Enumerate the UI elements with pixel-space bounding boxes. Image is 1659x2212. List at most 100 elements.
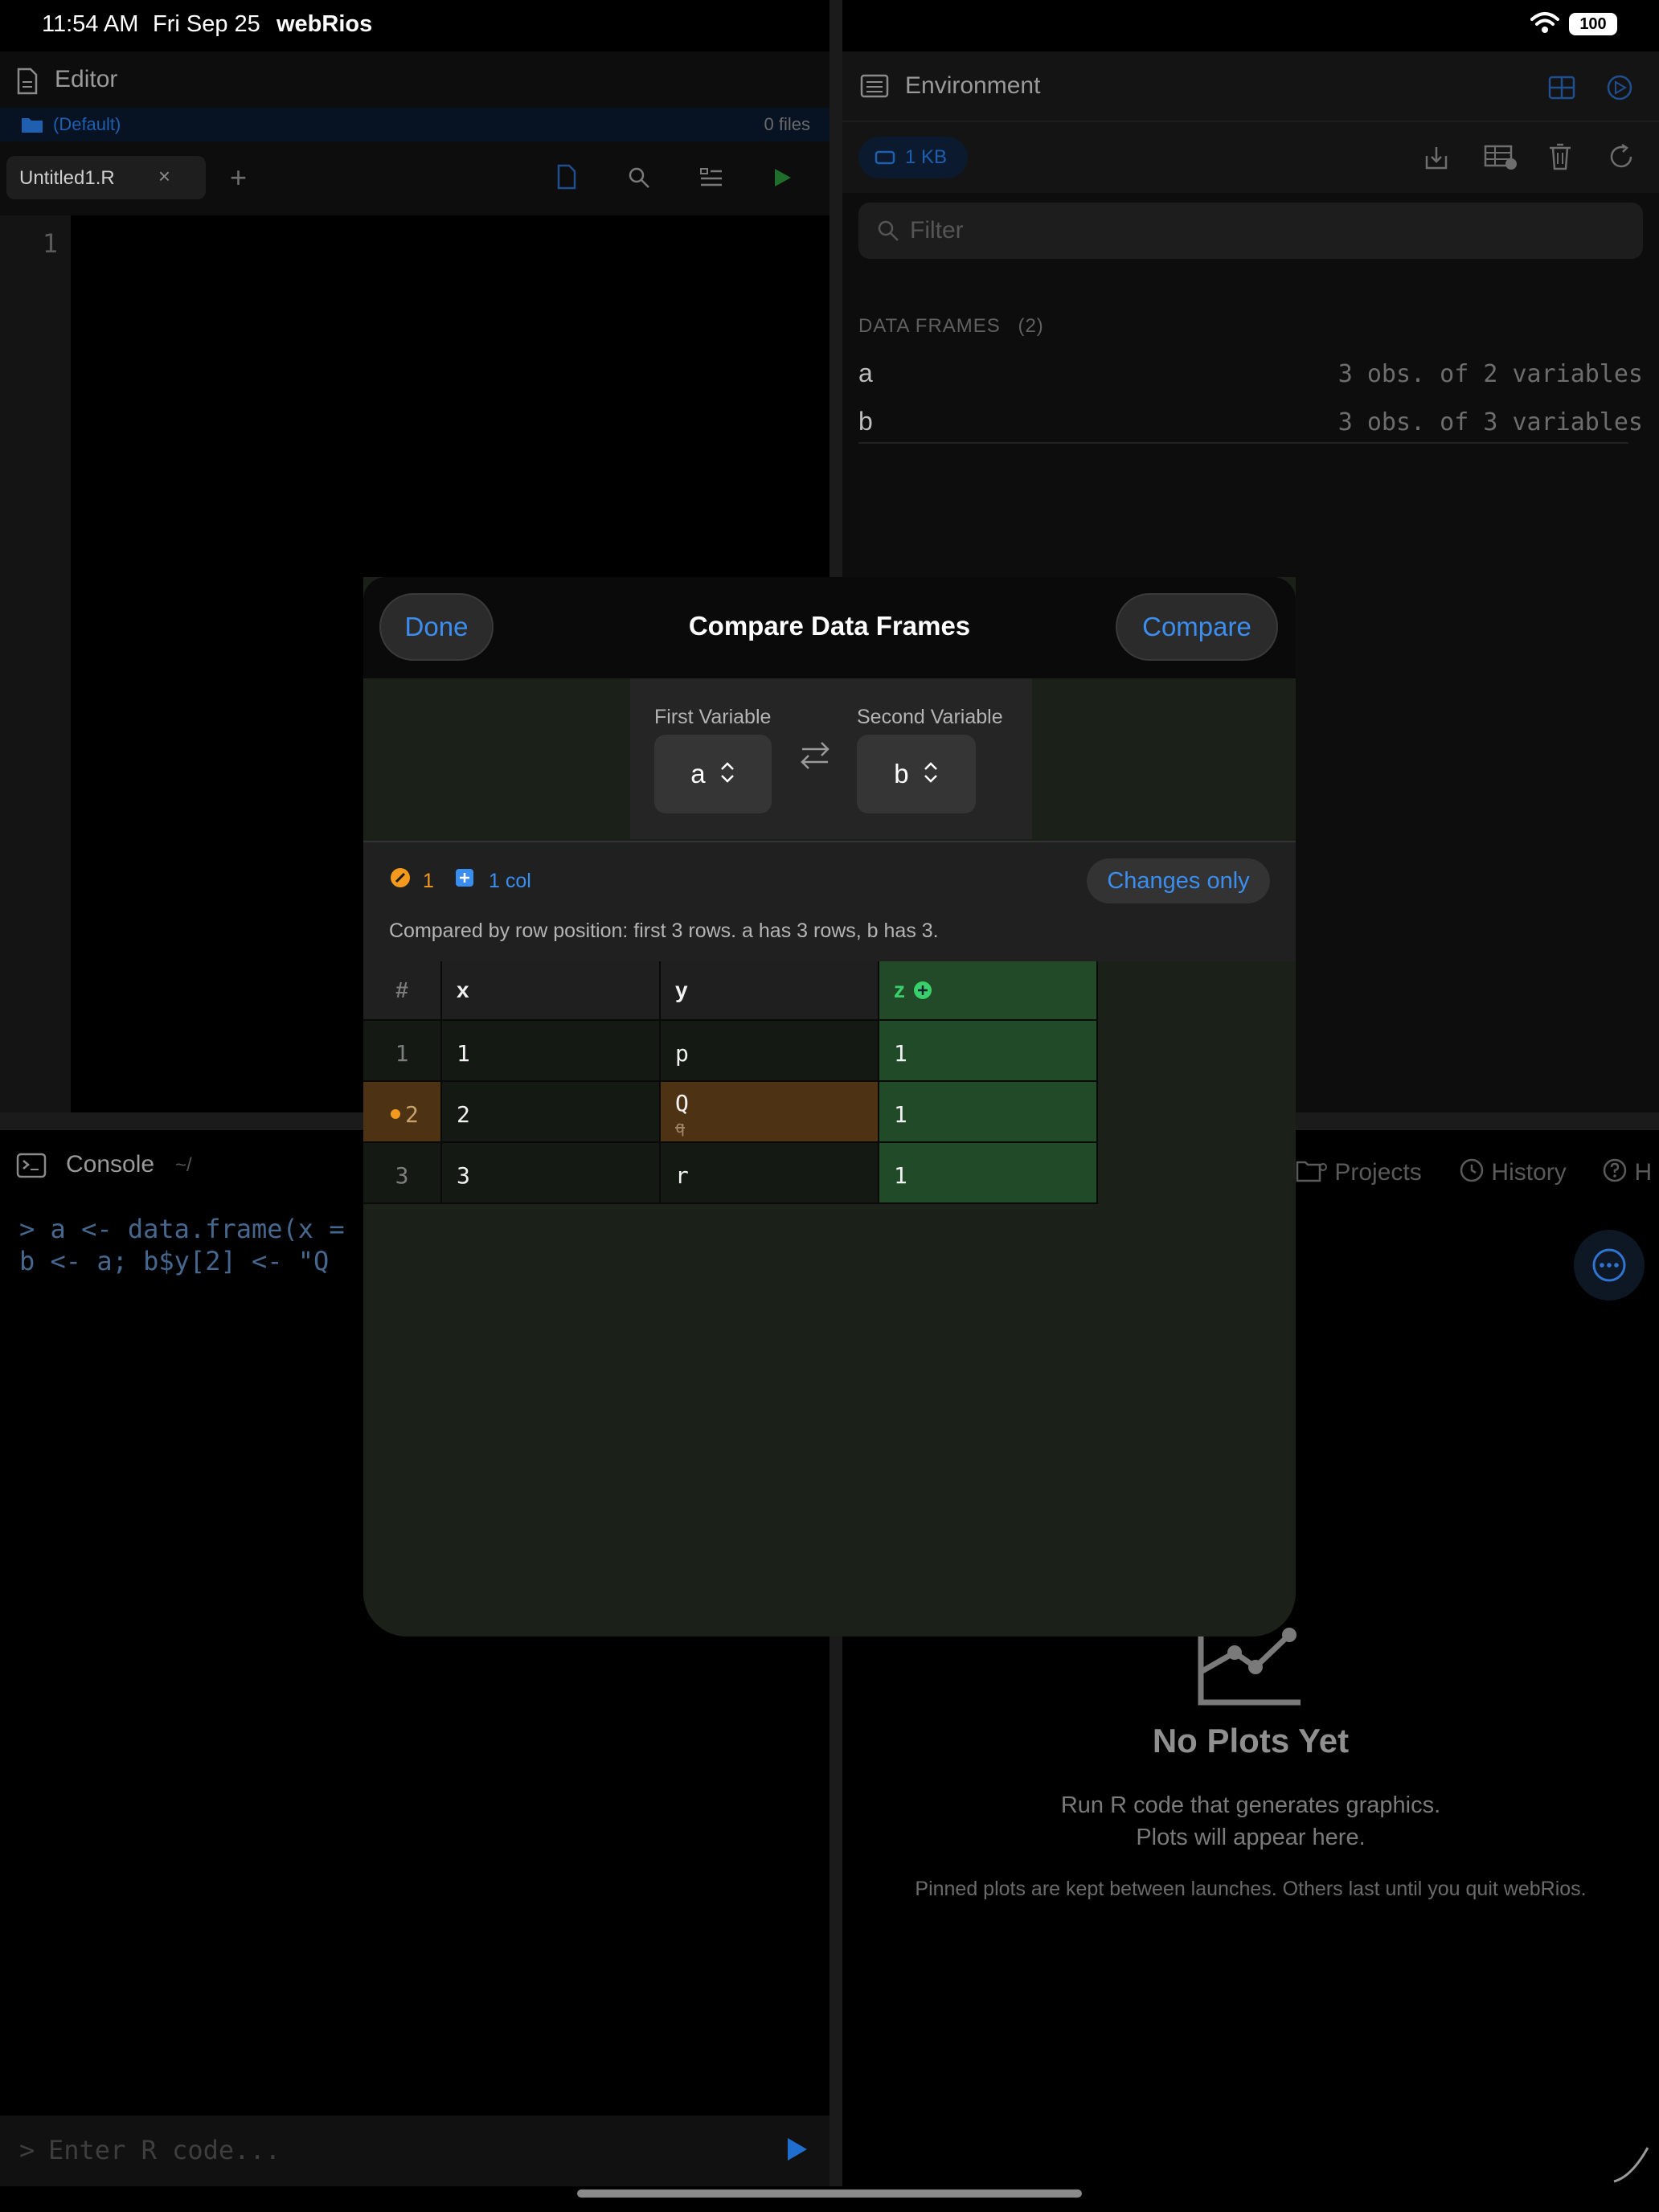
search-icon	[878, 220, 899, 241]
compare-data-frames-sheet: Done Compare Data Frames Compare First V…	[363, 577, 1296, 1636]
resize-handle-icon[interactable]	[1611, 2144, 1651, 2185]
table-cell: 1	[442, 1021, 661, 1082]
wifi-icon	[1530, 12, 1559, 33]
line-number: 1	[42, 228, 58, 259]
more-button[interactable]	[1574, 1230, 1645, 1301]
compare-button[interactable]: Compare	[1116, 593, 1278, 661]
data-frame-row-a[interactable]: a 3 obs. of 2 variables	[858, 350, 1643, 397]
memory-value: 1 KB	[905, 146, 948, 168]
right-tab-bar: Projects History H	[1296, 1157, 1652, 1186]
changed-cells-icon	[391, 868, 410, 887]
project-folder-bar[interactable]: (Default) 0 files	[0, 108, 830, 141]
table-cell-added: 1	[879, 1143, 1098, 1204]
empty-plots-line2: Plots will appear here.	[1136, 1825, 1366, 1850]
console-line: > a <- data.frame(x =	[19, 1214, 345, 1244]
empty-plots-title: No Plots Yet	[1152, 1722, 1350, 1759]
tab-projects[interactable]: Projects	[1334, 1159, 1421, 1186]
column-header-z: z	[879, 961, 1098, 1021]
changes-only-toggle[interactable]: Changes only	[1087, 858, 1270, 903]
battery-icon: 100	[1569, 13, 1617, 35]
grid-view-icon[interactable]	[1548, 76, 1575, 100]
filter-field[interactable]: Filter	[858, 203, 1643, 259]
second-variable-value: b	[894, 759, 909, 789]
table-cell-added: 1	[879, 1021, 1098, 1082]
tab-history[interactable]: History	[1491, 1159, 1566, 1186]
tab-help[interactable]: H	[1634, 1159, 1652, 1186]
speed-icon[interactable]	[1606, 74, 1633, 101]
environment-icon	[860, 74, 889, 98]
data-frames-section: DATA FRAMES (2)	[858, 315, 1044, 338]
comparison-note: Compared by row position: first 3 rows. …	[389, 920, 939, 942]
file-tab-untitled1[interactable]: Untitled1.R ×	[6, 156, 206, 199]
column-header-x: x	[442, 961, 661, 1021]
added-columns-count: 1 col	[489, 870, 531, 892]
column-header-y: y	[661, 961, 879, 1021]
home-indicator[interactable]	[577, 2189, 1082, 2198]
history-icon	[1460, 1158, 1484, 1182]
search-icon[interactable]	[627, 166, 651, 190]
second-variable-label: Second Variable	[857, 706, 1003, 728]
console-path: ~/	[175, 1154, 192, 1176]
help-icon	[1603, 1158, 1627, 1182]
table-cell: 3	[442, 1143, 661, 1204]
memory-badge: 1 KB	[858, 137, 968, 178]
pinned-plots-note: Pinned plots are kept between launches. …	[915, 1878, 1587, 1900]
trash-icon[interactable]	[1548, 143, 1572, 170]
run-icon[interactable]	[773, 167, 793, 188]
refresh-icon[interactable]	[1608, 143, 1635, 170]
first-variable-label: First Variable	[654, 706, 772, 728]
console-input[interactable]: > Enter R code...	[0, 2116, 830, 2186]
file-tab-label: Untitled1.R	[19, 167, 115, 189]
new-value: Q	[675, 1090, 689, 1116]
changed-cells-count: 1	[423, 870, 434, 892]
outline-icon[interactable]	[699, 166, 723, 190]
line-gutter: 1	[0, 215, 71, 1112]
ellipsis-icon	[1592, 1248, 1626, 1282]
changed-dot-icon	[391, 1109, 400, 1119]
console-placeholder: Enter R code...	[48, 2135, 281, 2165]
editor-title: Editor	[55, 66, 118, 92]
console-line: b <- a; b$y[2] <- "Q	[19, 1246, 330, 1276]
added-column-plus-icon	[914, 981, 932, 999]
added-column-icon	[456, 869, 473, 887]
table-add-icon[interactable]	[1484, 145, 1518, 170]
projects-icon	[1296, 1161, 1327, 1182]
send-icon[interactable]	[786, 2136, 809, 2162]
chevron-up-down-icon	[720, 762, 734, 783]
first-variable-picker[interactable]: a	[654, 735, 772, 813]
folder-name: (Default)	[53, 114, 121, 134]
data-frame-desc: 3 obs. of 2 variables	[1337, 360, 1643, 388]
data-frame-name: a	[858, 358, 873, 387]
file-count: 0 files	[764, 114, 810, 134]
new-file-icon[interactable]	[556, 164, 577, 190]
data-frame-row-b[interactable]: b 3 obs. of 3 variables	[858, 399, 1643, 445]
environment-title: Environment	[905, 72, 1041, 99]
new-tab-button[interactable]: +	[230, 161, 247, 195]
close-tab-icon[interactable]: ×	[158, 164, 170, 189]
data-frame-name: b	[858, 407, 873, 436]
terminal-icon	[16, 1153, 47, 1178]
status-date: Fri Sep 25	[153, 11, 260, 37]
import-icon[interactable]	[1424, 145, 1448, 170]
section-title: DATA FRAMES	[858, 315, 1001, 337]
old-value: q	[675, 1117, 686, 1137]
filter-placeholder: Filter	[910, 217, 964, 244]
column-header-index: #	[363, 961, 442, 1021]
sheet-header: Done Compare Data Frames Compare	[363, 577, 1296, 678]
table-cell-added: 1	[879, 1082, 1098, 1143]
row-index-changed: 2	[363, 1082, 442, 1143]
table-cell: p	[661, 1021, 879, 1082]
console-prompt: >	[19, 2135, 35, 2165]
empty-plots-line1: Run R code that generates graphics.	[1060, 1792, 1441, 1818]
table-cell-changed: Q q	[661, 1082, 879, 1143]
row-index: 3	[363, 1143, 442, 1204]
status-app-name: webRios	[276, 11, 373, 37]
table-cell: r	[661, 1143, 879, 1204]
swap-icon[interactable]	[797, 738, 833, 773]
folder-icon	[22, 118, 43, 133]
chevron-up-down-icon	[924, 762, 937, 783]
divider	[858, 442, 1628, 444]
row-index: 1	[363, 1021, 442, 1082]
second-variable-picker[interactable]: b	[857, 735, 976, 813]
console-title: Console	[66, 1151, 155, 1178]
